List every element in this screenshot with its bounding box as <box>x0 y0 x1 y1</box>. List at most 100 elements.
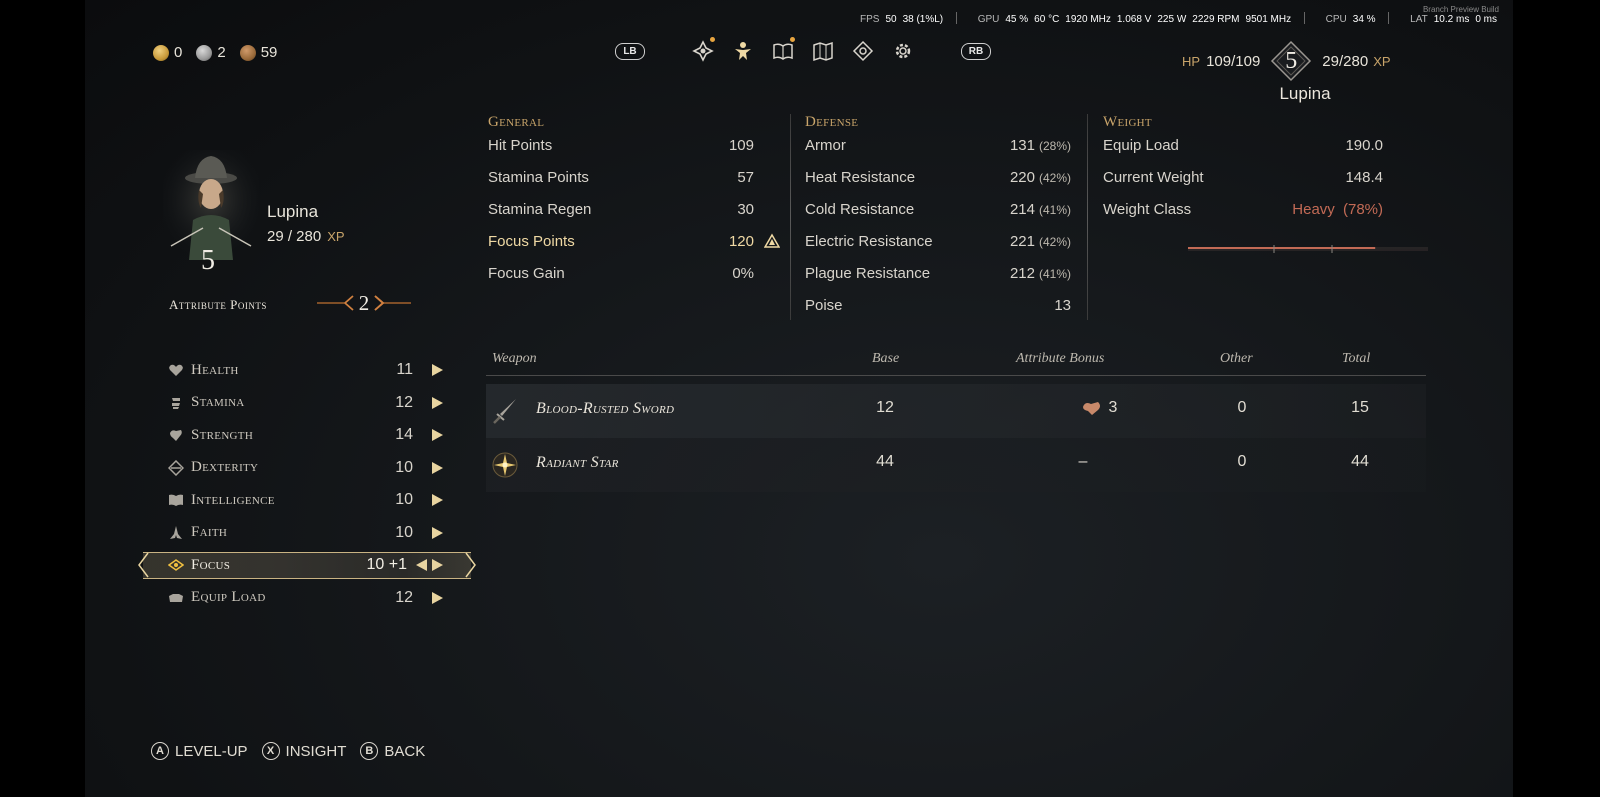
map-icon[interactable] <box>810 38 836 64</box>
weight-class-value: Heavy <box>1292 201 1335 218</box>
stat-row: Poise 13 <box>805 297 1071 329</box>
stat-name: Heat Resistance <box>805 169 916 186</box>
player-summary: HP 109/109 5 29/280 XP <box>1182 40 1391 82</box>
stat-row: Current Weight 148.4 <box>1103 169 1383 201</box>
back-button[interactable]: B BACK <box>360 742 425 760</box>
header-total: Total <box>1342 351 1371 366</box>
stat-row: Hit Points 109 <box>488 137 754 169</box>
attribute-value: 10 <box>395 523 413 541</box>
attribute-value: 12 <box>395 588 413 606</box>
attribute-name: Intelligence <box>191 491 275 508</box>
general-heading: General <box>488 114 545 130</box>
weapon-other: 0 <box>1237 453 1247 470</box>
insight-button[interactable]: X INSIGHT <box>261 742 346 760</box>
stat-name: Electric Resistance <box>805 233 933 250</box>
weapon-row[interactable]: Blood-Rusted Sword 12 3 0 15 <box>486 384 1426 438</box>
attribute-row-faith[interactable]: Faith 10 <box>163 517 463 550</box>
attribute-row-dexterity[interactable]: Dexterity 10 <box>163 452 463 485</box>
attribute-name: Stamina <box>191 394 245 411</box>
stat-name: Hit Points <box>488 137 553 154</box>
stat-row: Weight Class Heavy (78%) <box>1103 201 1383 233</box>
fps-label: FPS <box>859 14 880 25</box>
insight-eye-icon[interactable] <box>850 38 876 64</box>
xp-label: XP <box>1373 53 1391 69</box>
book-icon <box>167 491 185 509</box>
journal-icon[interactable] <box>770 37 796 64</box>
attribute-points-value: 2 <box>358 290 370 315</box>
character-xp: 29 / 280 XP <box>267 228 345 245</box>
defense-stats: Defense Armor 131 (28%) Heat Resistance 220… <box>805 114 1071 329</box>
increase-arrow-icon[interactable] <box>432 559 443 572</box>
attribute-value: 10 <box>395 491 413 509</box>
attribute-row-stamina[interactable]: Stamina 12 <box>163 387 463 420</box>
increase-arrow-icon[interactable] <box>432 526 443 539</box>
dexterity-icon <box>167 459 185 477</box>
attribute-row-strength[interactable]: Strength 14 <box>163 419 463 452</box>
strength-arm-icon <box>1082 402 1100 415</box>
increase-arrow-icon[interactable] <box>432 364 443 377</box>
increase-arrow-icon[interactable] <box>432 396 443 409</box>
stat-row: Focus Gain 0% <box>488 265 754 297</box>
rb-button[interactable]: RB <box>961 42 991 60</box>
stat-name: Poise <box>805 297 843 314</box>
attribute-name: Faith <box>191 524 228 541</box>
increase-arrow-icon[interactable] <box>432 429 443 442</box>
equip-load-icon <box>167 589 185 607</box>
lb-button[interactable]: LB <box>615 42 645 60</box>
stat-value: 221 <box>1009 233 1035 250</box>
selection-left-cap-icon <box>138 552 149 578</box>
level-up-button[interactable]: A LEVEL-UP <box>151 742 248 760</box>
attribute-row-intelligence[interactable]: Intelligence 10 <box>163 484 463 517</box>
radiant-star-icon <box>492 452 518 478</box>
gpu-fan: 2229 RPM <box>1192 14 1240 25</box>
stat-percent: (42%) <box>1038 171 1071 185</box>
attribute-row-health[interactable]: Health 11 <box>163 354 463 387</box>
stat-name: Focus Gain <box>488 265 565 282</box>
fps-low-value: 38 (1%L) <box>902 14 944 25</box>
b-button-icon: B <box>360 742 379 760</box>
currency-silver-value: 2 <box>217 44 226 61</box>
quest-icon[interactable] <box>690 37 716 64</box>
gpu-label: GPU <box>977 14 1000 25</box>
weapon-table: Weapon Base Attribute Bonus Other Total … <box>486 350 1426 492</box>
character-xp-label: XP <box>327 229 345 244</box>
stat-name: Cold Resistance <box>805 201 915 218</box>
copper-coin-icon <box>239 44 256 61</box>
character-icon[interactable] <box>730 38 756 64</box>
gpu-power: 225 W <box>1157 14 1187 25</box>
sword-icon <box>493 399 516 424</box>
column-divider <box>790 114 791 320</box>
stat-value: 13 <box>1054 297 1071 314</box>
attribute-row-equip-load[interactable]: Equip Load 12 <box>163 582 463 615</box>
stat-value: 148.4 <box>1345 169 1383 186</box>
currency-gold-value: 0 <box>174 44 183 61</box>
gpu-usage: 45 % <box>1005 14 1029 25</box>
stat-value: 57 <box>737 169 754 186</box>
stat-name: Focus Points <box>488 233 575 250</box>
attribute-row-focus[interactable]: Focus 10 +1 <box>138 549 476 582</box>
increase-arrow-icon[interactable] <box>432 461 443 474</box>
header-attribute-bonus: Attribute Bonus <box>1016 351 1105 366</box>
increase-indicator-icon <box>764 233 780 248</box>
attribute-value: 10 <box>395 458 413 476</box>
stat-row: Stamina Regen 30 <box>488 201 754 233</box>
xp-value: 29/280 <box>1322 52 1369 70</box>
increase-arrow-icon[interactable] <box>432 591 443 604</box>
stat-name: Stamina Regen <box>488 201 592 218</box>
weight-load-bar <box>1188 240 1428 253</box>
increase-arrow-icon[interactable] <box>432 494 443 507</box>
weapon-base: 44 <box>876 453 894 470</box>
stat-percent: (28%) <box>1038 139 1071 153</box>
settings-gear-icon[interactable] <box>890 38 916 64</box>
decrease-arrow-icon[interactable] <box>416 559 427 572</box>
hp-label: HP <box>1182 53 1201 69</box>
a-button-icon: A <box>151 742 169 760</box>
strength-arm-icon <box>167 426 185 444</box>
stamina-icon <box>167 394 185 412</box>
currency-silver: 2 <box>196 44 226 61</box>
currency-copper: 59 <box>239 44 277 61</box>
cpu-label: CPU <box>1325 14 1347 25</box>
stat-row: Electric Resistance 221 (42%) <box>805 233 1071 265</box>
weapon-row[interactable]: Radiant Star 44 – 0 44 <box>486 438 1426 492</box>
attribute-list: Health 11 Stamina 12 Strength 14 Dexteri… <box>138 354 476 615</box>
